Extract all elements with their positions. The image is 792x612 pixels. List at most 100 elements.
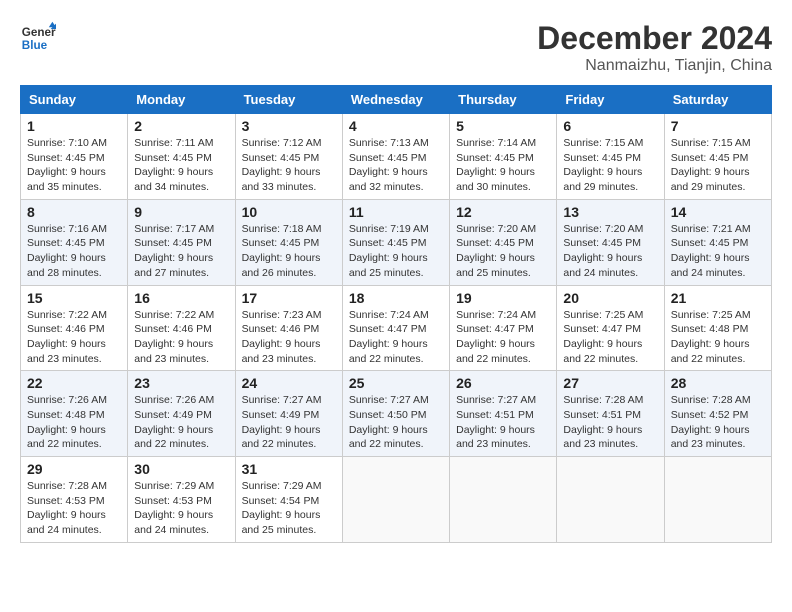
day-detail: Sunrise: 7:25 AMSunset: 4:47 PMDaylight:… [563, 308, 657, 367]
calendar-week-row: 15 Sunrise: 7:22 AMSunset: 4:46 PMDayligh… [21, 285, 772, 371]
day-detail: Sunrise: 7:14 AMSunset: 4:45 PMDaylight:… [456, 136, 550, 195]
calendar-cell: 15Sunrise: 7:22 AMSunset: 4:46 PMDayligh… [21, 285, 128, 371]
calendar-cell: 16 Sunrise: 7:22 AMSunset: 4:46 PMDayligh… [128, 285, 235, 371]
day-detail: Sunrise: 7:11 AMSunset: 4:45 PMDaylight:… [134, 136, 228, 195]
calendar-cell: 14 Sunrise: 7:21 AMSunset: 4:45 PMDayligh… [664, 199, 771, 285]
location-title: Nanmaizhu, Tianjin, China [537, 57, 772, 75]
day-number: 31 [242, 461, 336, 477]
calendar-cell: 31 Sunrise: 7:29 AMSunset: 4:54 PMDayligh… [235, 457, 342, 543]
day-detail: Sunrise: 7:22 AMSunset: 4:46 PMDaylight:… [134, 308, 228, 367]
day-number: 21 [671, 290, 765, 306]
day-number: 12 [456, 204, 550, 220]
day-detail: Sunrise: 7:12 AMSunset: 4:45 PMDaylight:… [242, 136, 336, 195]
day-detail: Sunrise: 7:27 AMSunset: 4:50 PMDaylight:… [349, 393, 443, 452]
calendar-cell: 27Sunrise: 7:28 AMSunset: 4:51 PMDayligh… [557, 371, 664, 457]
day-number: 10 [242, 204, 336, 220]
day-number: 4 [349, 118, 443, 134]
day-detail: Sunrise: 7:26 AMSunset: 4:48 PMDaylight:… [27, 393, 121, 452]
calendar-cell: 25Sunrise: 7:27 AMSunset: 4:50 PMDayligh… [342, 371, 449, 457]
day-number: 27 [563, 375, 657, 391]
calendar-week-row: 8Sunrise: 7:16 AMSunset: 4:45 PMDaylight… [21, 199, 772, 285]
day-detail: Sunrise: 7:28 AMSunset: 4:53 PMDaylight:… [27, 479, 121, 538]
calendar-cell: 28Sunrise: 7:28 AMSunset: 4:52 PMDayligh… [664, 371, 771, 457]
day-detail: Sunrise: 7:29 AMSunset: 4:54 PMDaylight:… [242, 479, 336, 538]
day-detail: Sunrise: 7:20 AMSunset: 4:45 PMDaylight:… [563, 222, 657, 281]
calendar-cell: 22 Sunrise: 7:26 AMSunset: 4:48 PMDayligh… [21, 371, 128, 457]
day-number: 17 [242, 290, 336, 306]
day-number: 19 [456, 290, 550, 306]
calendar-cell: 24Sunrise: 7:27 AMSunset: 4:49 PMDayligh… [235, 371, 342, 457]
day-detail: Sunrise: 7:21 AMSunset: 4:45 PMDaylight:… [671, 222, 765, 281]
day-detail: Sunrise: 7:23 AMSunset: 4:46 PMDaylight:… [242, 308, 336, 367]
calendar-week-row: 22 Sunrise: 7:26 AMSunset: 4:48 PMDayligh… [21, 371, 772, 457]
page-header: General Blue December 2024 Nanmaizhu, Ti… [20, 20, 772, 75]
calendar-cell: 19 Sunrise: 7:24 AMSunset: 4:47 PMDayligh… [450, 285, 557, 371]
day-detail: Sunrise: 7:25 AMSunset: 4:48 PMDaylight:… [671, 308, 765, 367]
day-number: 11 [349, 204, 443, 220]
month-title: December 2024 [537, 20, 772, 57]
calendar-cell: 2 Sunrise: 7:11 AMSunset: 4:45 PMDaylight… [128, 114, 235, 200]
day-detail: Sunrise: 7:20 AMSunset: 4:45 PMDaylight:… [456, 222, 550, 281]
weekday-header: Thursday [450, 86, 557, 114]
day-detail: Sunrise: 7:18 AMSunset: 4:45 PMDaylight:… [242, 222, 336, 281]
weekday-header: Friday [557, 86, 664, 114]
weekday-header: Tuesday [235, 86, 342, 114]
day-number: 13 [563, 204, 657, 220]
day-number: 24 [242, 375, 336, 391]
logo: General Blue [20, 20, 56, 56]
calendar-cell: 5 Sunrise: 7:14 AMSunset: 4:45 PMDaylight… [450, 114, 557, 200]
calendar-cell: 20 Sunrise: 7:25 AMSunset: 4:47 PMDayligh… [557, 285, 664, 371]
calendar-cell: 21 Sunrise: 7:25 AMSunset: 4:48 PMDayligh… [664, 285, 771, 371]
calendar-cell [664, 457, 771, 543]
calendar-cell: 23Sunrise: 7:26 AMSunset: 4:49 PMDayligh… [128, 371, 235, 457]
title-block: December 2024 Nanmaizhu, Tianjin, China [537, 20, 772, 75]
calendar-cell: 6Sunrise: 7:15 AMSunset: 4:45 PMDaylight… [557, 114, 664, 200]
calendar-cell: 8Sunrise: 7:16 AMSunset: 4:45 PMDaylight… [21, 199, 128, 285]
calendar-week-row: 29 Sunrise: 7:28 AMSunset: 4:53 PMDayligh… [21, 457, 772, 543]
calendar-table: SundayMondayTuesdayWednesdayThursdayFrid… [20, 85, 772, 543]
calendar-week-row: 1 Sunrise: 7:10 AMSunset: 4:45 PMDaylight… [21, 114, 772, 200]
day-number: 22 [27, 375, 121, 391]
calendar-cell [450, 457, 557, 543]
day-number: 2 [134, 118, 228, 134]
weekday-header: Monday [128, 86, 235, 114]
day-detail: Sunrise: 7:27 AMSunset: 4:51 PMDaylight:… [456, 393, 550, 452]
calendar-cell [557, 457, 664, 543]
calendar-cell: 11 Sunrise: 7:19 AMSunset: 4:45 PMDayligh… [342, 199, 449, 285]
day-number: 23 [134, 375, 228, 391]
calendar-cell: 12 Sunrise: 7:20 AMSunset: 4:45 PMDayligh… [450, 199, 557, 285]
svg-text:General: General [22, 26, 56, 39]
day-detail: Sunrise: 7:19 AMSunset: 4:45 PMDaylight:… [349, 222, 443, 281]
day-detail: Sunrise: 7:10 AMSunset: 4:45 PMDaylight:… [27, 136, 121, 195]
day-detail: Sunrise: 7:28 AMSunset: 4:52 PMDaylight:… [671, 393, 765, 452]
day-number: 26 [456, 375, 550, 391]
day-detail: Sunrise: 7:16 AMSunset: 4:45 PMDaylight:… [27, 222, 121, 281]
calendar-cell: 26 Sunrise: 7:27 AMSunset: 4:51 PMDayligh… [450, 371, 557, 457]
calendar-cell: 1 Sunrise: 7:10 AMSunset: 4:45 PMDaylight… [21, 114, 128, 200]
day-detail: Sunrise: 7:24 AMSunset: 4:47 PMDaylight:… [349, 308, 443, 367]
day-detail: Sunrise: 7:13 AMSunset: 4:45 PMDaylight:… [349, 136, 443, 195]
weekday-header: Wednesday [342, 86, 449, 114]
day-number: 20 [563, 290, 657, 306]
day-detail: Sunrise: 7:24 AMSunset: 4:47 PMDaylight:… [456, 308, 550, 367]
day-number: 15 [27, 290, 121, 306]
day-number: 16 [134, 290, 228, 306]
day-number: 9 [134, 204, 228, 220]
day-number: 5 [456, 118, 550, 134]
calendar-cell: 13 Sunrise: 7:20 AMSunset: 4:45 PMDayligh… [557, 199, 664, 285]
calendar-cell [342, 457, 449, 543]
weekday-header: Sunday [21, 86, 128, 114]
day-number: 3 [242, 118, 336, 134]
calendar-cell: 9Sunrise: 7:17 AMSunset: 4:45 PMDaylight… [128, 199, 235, 285]
day-detail: Sunrise: 7:29 AMSunset: 4:53 PMDaylight:… [134, 479, 228, 538]
day-detail: Sunrise: 7:15 AMSunset: 4:45 PMDaylight:… [563, 136, 657, 195]
day-number: 29 [27, 461, 121, 477]
calendar-cell: 3 Sunrise: 7:12 AMSunset: 4:45 PMDaylight… [235, 114, 342, 200]
calendar-cell: 17 Sunrise: 7:23 AMSunset: 4:46 PMDayligh… [235, 285, 342, 371]
day-detail: Sunrise: 7:15 AMSunset: 4:45 PMDaylight:… [671, 136, 765, 195]
day-number: 18 [349, 290, 443, 306]
day-number: 1 [27, 118, 121, 134]
day-number: 14 [671, 204, 765, 220]
calendar-cell: 4 Sunrise: 7:13 AMSunset: 4:45 PMDaylight… [342, 114, 449, 200]
day-number: 30 [134, 461, 228, 477]
